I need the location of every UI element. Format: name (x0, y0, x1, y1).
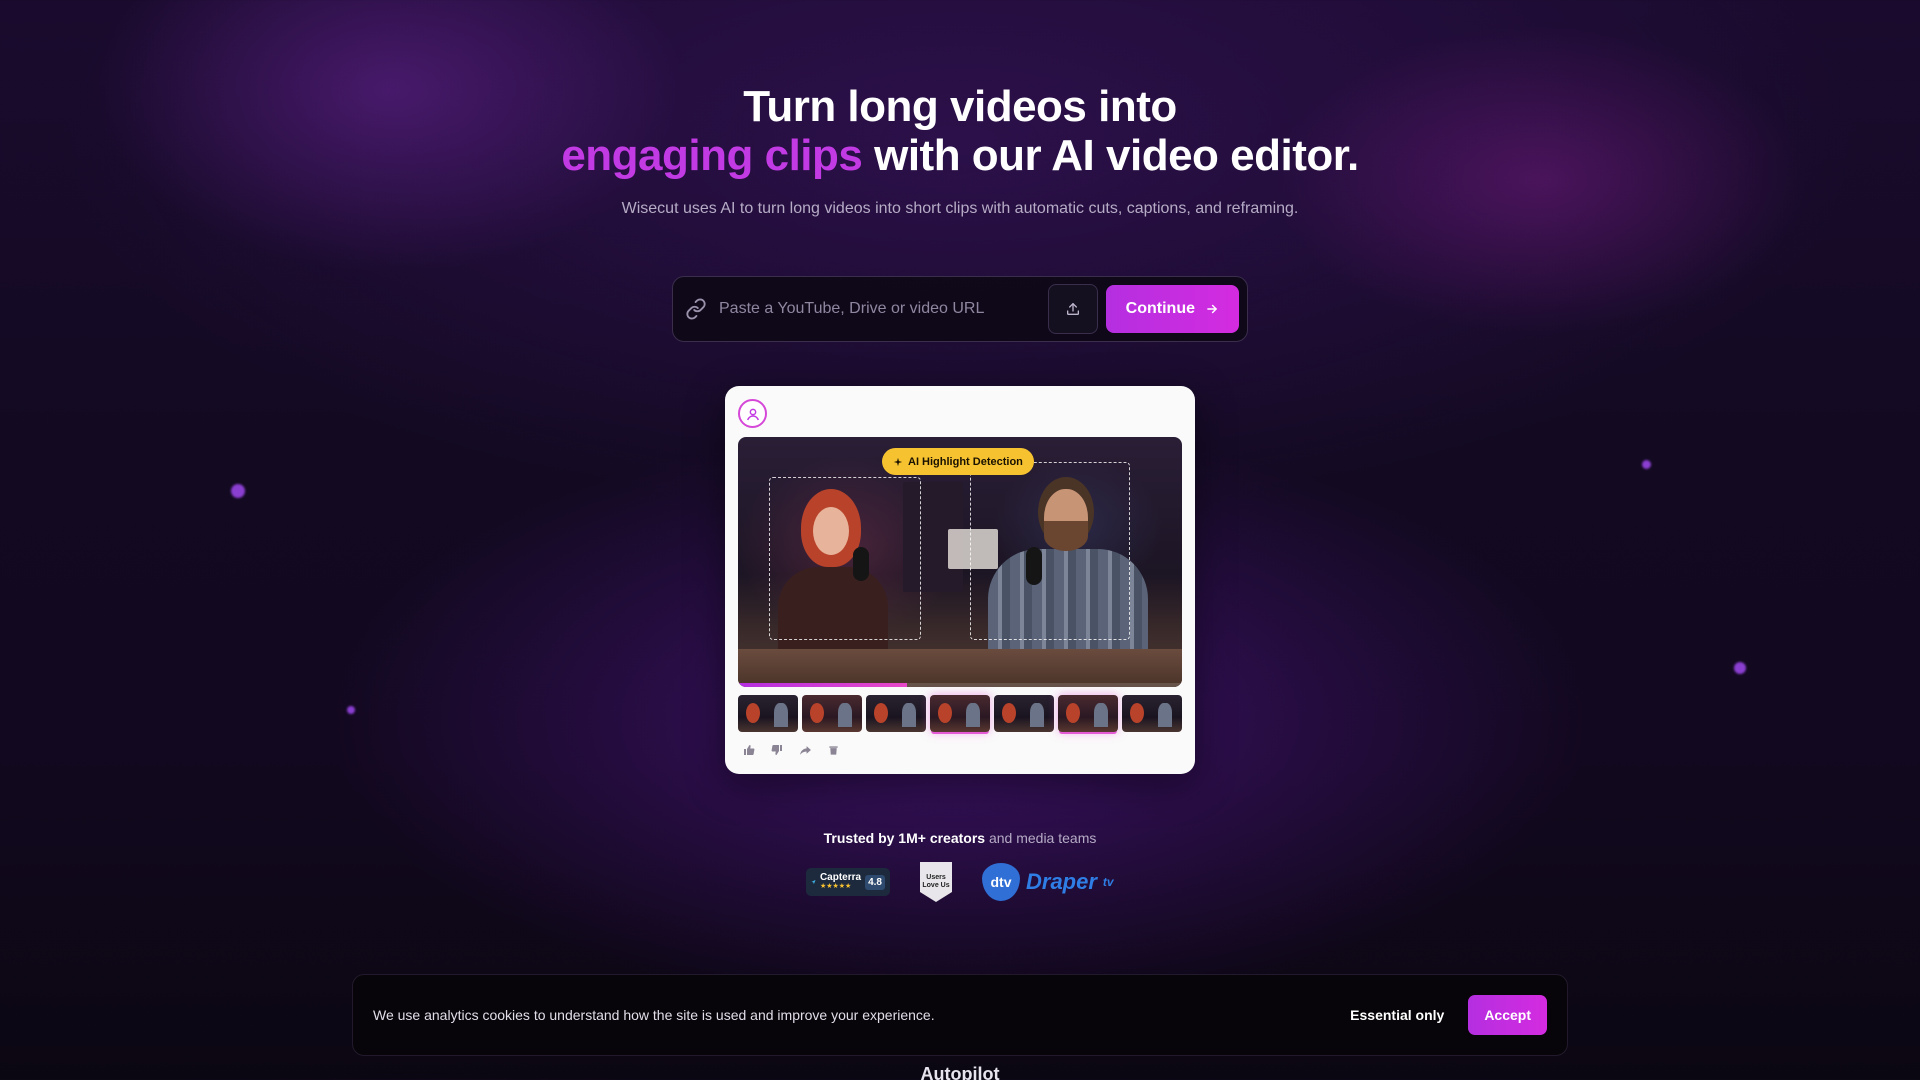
clip-thumbnail[interactable] (1122, 695, 1182, 732)
like-button[interactable] (742, 743, 756, 757)
avatar (738, 399, 767, 428)
user-icon (746, 408, 759, 420)
dislike-button[interactable] (770, 743, 784, 757)
hero-title: Turn long videos into engaging clips wit… (0, 82, 1920, 180)
thumbs-up-icon (744, 745, 755, 755)
video-progress-fill (738, 683, 907, 687)
clip-thumbnail[interactable] (930, 695, 990, 732)
badge-label: AI Highlight Detection (908, 455, 1023, 468)
decorative-dot (1642, 460, 1651, 469)
crop-frame-right (970, 462, 1130, 640)
capterra-score: 4.8 (865, 874, 885, 890)
upload-icon (1066, 303, 1079, 315)
decorative-dot (1734, 662, 1746, 674)
link-icon (686, 298, 706, 320)
capterra-logo: Capterra ★★★★★ 4.8 (806, 868, 890, 896)
accept-button[interactable]: Accept (1468, 995, 1547, 1035)
share-button[interactable] (798, 743, 812, 757)
draper-tv-logo: dtv Draper tv (982, 863, 1114, 901)
essential-only-button[interactable]: Essential only (1350, 1007, 1444, 1023)
trusted-rest: and media teams (985, 830, 1097, 846)
decorative-dot (231, 484, 245, 498)
url-input-bar: Continue (672, 276, 1248, 342)
hero-title-line1: Turn long videos into (743, 82, 1177, 131)
thumbs-down-icon (771, 745, 782, 755)
cookie-text: We use analytics cookies to understand h… (373, 1007, 935, 1023)
clip-thumbnail[interactable] (738, 695, 798, 732)
clip-thumbnail[interactable] (866, 695, 926, 732)
share-icon (799, 745, 811, 755)
capterra-arrow-icon (811, 879, 816, 885)
clip-actions (742, 743, 840, 757)
trusted-text: Trusted by 1M+ creators and media teams (0, 830, 1920, 846)
trusted-bold: Trusted by 1M+ creators (823, 830, 986, 846)
crop-frame-left (769, 477, 921, 640)
section-heading-autopilot: Autopilot (920, 1064, 1000, 1080)
hero-subtitle: Wisecut uses AI to turn long videos into… (621, 200, 1299, 217)
clip-thumbnail[interactable] (802, 695, 862, 732)
hero-title-accent: engaging clips (561, 131, 863, 180)
upload-button[interactable] (1047, 284, 1098, 334)
partner-logos: Capterra ★★★★★ 4.8 Users Love Us dtv Dra… (806, 862, 1114, 902)
hero-title-line2: with our AI video editor. (862, 131, 1359, 180)
draper-mark: dtv (982, 863, 1020, 901)
users-love-us-badge: Users Love Us (920, 862, 952, 902)
table (738, 649, 1182, 687)
continue-button[interactable]: Continue (1105, 285, 1239, 333)
continue-label: Continue (1125, 300, 1195, 317)
arrow-right-icon (1207, 304, 1217, 314)
video-url-input[interactable] (719, 300, 1048, 318)
preview-card: AI Highlight Detection (725, 386, 1195, 774)
ai-highlight-badge: AI Highlight Detection (882, 448, 1034, 475)
trash-icon (828, 746, 838, 755)
decorative-dot (347, 706, 355, 714)
clip-thumbnail[interactable] (994, 695, 1054, 732)
cookie-banner: We use analytics cookies to understand h… (352, 974, 1568, 1056)
sparkle-icon (893, 457, 903, 466)
clip-thumbnails (738, 695, 1182, 732)
video-progress-bar[interactable] (738, 683, 1182, 687)
clip-thumbnail[interactable] (1058, 695, 1118, 732)
video-preview[interactable]: AI Highlight Detection (738, 437, 1182, 687)
delete-button[interactable] (826, 743, 840, 757)
